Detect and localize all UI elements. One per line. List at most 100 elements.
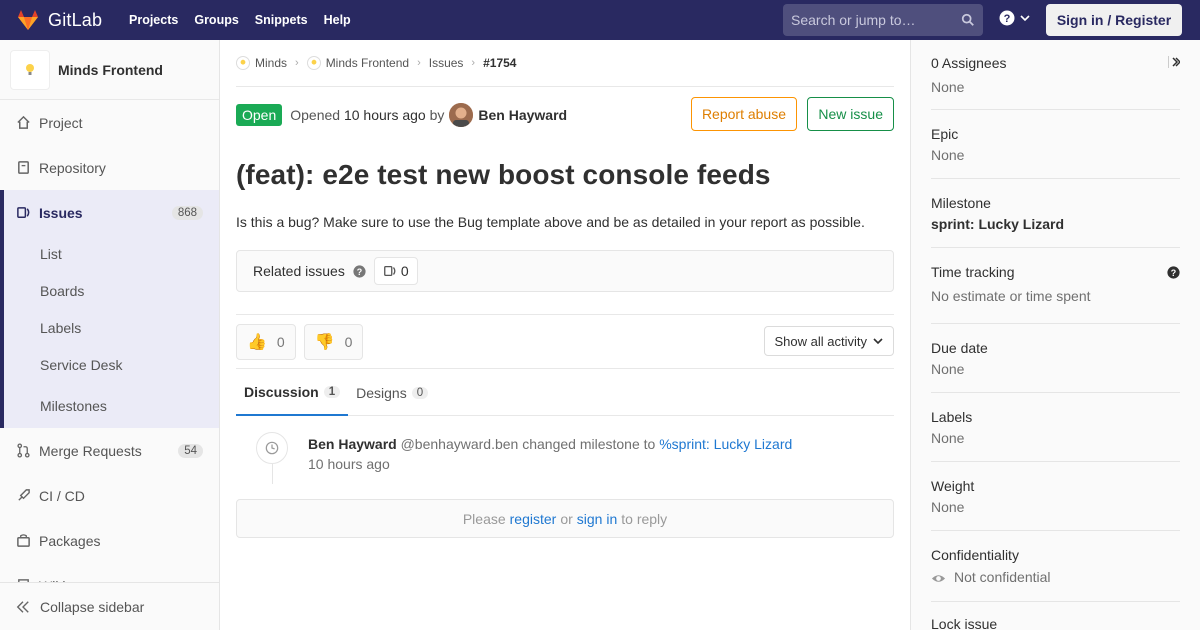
sidebar-item-repository[interactable]: Repository — [0, 145, 219, 190]
thumbs-up-icon: 👍 — [247, 334, 267, 351]
chevron-down-icon — [1020, 15, 1030, 22]
clock-icon — [265, 441, 279, 455]
thumbs-down-icon: 👎 — [314, 334, 335, 351]
home-icon — [17, 115, 30, 129]
note-time[interactable]: 10 hours ago — [308, 456, 792, 472]
help-dropdown[interactable]: ? — [999, 10, 1030, 26]
sign-in-link[interactable]: sign in — [577, 511, 617, 527]
weight-title: Weight — [931, 478, 975, 494]
system-note: Ben Hayward @benhayward.ben changed mile… — [236, 416, 894, 499]
project-header[interactable]: Minds Frontend — [0, 40, 219, 100]
labels-block: Labels None — [931, 393, 1180, 462]
breadcrumb-item-minds-frontend[interactable]: Minds Frontend — [306, 56, 409, 70]
gitlab-logo-link[interactable]: GitLab — [0, 8, 113, 32]
issues-subnav: List Boards Labels Service Desk Mileston… — [0, 235, 219, 428]
breadcrumb-current[interactable]: #1754 — [483, 56, 516, 70]
time-tracking-block: Time tracking No estimate or time spent … — [931, 248, 1180, 324]
note-handle[interactable]: @benhayward.ben — [401, 436, 519, 452]
sidebar-subitem-service-desk[interactable]: Service Desk — [4, 346, 219, 383]
opened-prefix: Opened — [290, 106, 341, 123]
sidebar-item-issues[interactable]: Issues 868 — [0, 190, 219, 235]
opened-info: Opened 10 hours ago by — [290, 107, 444, 123]
thumbs-up-button[interactable]: 👍 0 — [236, 324, 296, 360]
person-icon — [449, 102, 474, 127]
sign-in-register-button[interactable]: Sign in / Register — [1046, 4, 1182, 36]
new-issue-button[interactable]: New issue — [807, 97, 894, 131]
doc-icon — [18, 161, 29, 174]
weight-block: Weight None — [931, 462, 1180, 531]
confidentiality-title: Confidentiality — [931, 547, 1019, 563]
search-input[interactable]: Search or jump to… — [783, 4, 983, 36]
assignees-value: None — [931, 79, 965, 95]
tab-label: Discussion — [244, 383, 319, 400]
rocket-icon — [18, 489, 30, 501]
sidebar-subitem-list[interactable]: List — [4, 235, 219, 272]
breadcrumb-item-minds[interactable]: Minds — [236, 56, 287, 70]
status-badge: Open — [236, 103, 283, 126]
confidentiality-row: Not confidential — [931, 569, 1180, 586]
due-date-block: Due date None — [931, 324, 1180, 393]
sidebar-subitem-milestones[interactable]: Milestones — [4, 383, 219, 428]
lightbulb-icon — [26, 63, 34, 75]
sidebar-item-label: Project — [39, 114, 83, 131]
note-action: changed milestone to — [522, 436, 656, 452]
tab-discussion[interactable]: Discussion 1 — [236, 369, 349, 416]
author-name[interactable]: Ben Hayward — [478, 107, 567, 123]
opened-by: by — [429, 106, 445, 123]
opened-time: 10 hours ago — [343, 106, 426, 123]
awards-bar: 👍 0 👎 0 Show all activity — [236, 314, 894, 368]
question-circle-icon[interactable]: ? — [353, 264, 366, 278]
svg-text:?: ? — [357, 266, 362, 276]
issues-icon — [383, 265, 396, 277]
search-icon — [961, 13, 974, 26]
nav-link-help[interactable]: Help — [324, 13, 351, 27]
issue-title: (feat): e2e test new boost console feeds — [236, 159, 771, 190]
project-name: Minds Frontend — [58, 61, 163, 78]
breadcrumb-label: Minds — [255, 56, 288, 70]
related-count-value: 0 — [400, 263, 409, 279]
breadcrumb-item-issues[interactable]: Issues — [429, 56, 464, 70]
sidebar-item-ci-cd[interactable]: CI / CD — [0, 473, 219, 518]
note-icon-wrap — [256, 432, 288, 464]
sidebar-item-packages[interactable]: Packages — [0, 518, 219, 563]
note-body: Ben Hayward @benhayward.ben changed mile… — [308, 436, 792, 499]
collapse-sidebar-button[interactable]: Collapse sidebar — [0, 582, 219, 630]
tab-designs[interactable]: Designs 0 — [348, 369, 436, 416]
issues-icon — [17, 207, 30, 218]
milestone-value[interactable]: sprint: Lucky Lizard — [931, 216, 1180, 232]
report-abuse-button[interactable]: Report abuse — [690, 97, 797, 131]
nav-link-snippets[interactable]: Snippets — [255, 13, 308, 27]
sidebar-subitem-boards[interactable]: Boards — [4, 272, 219, 309]
question-circle-icon[interactable]: ? — [1167, 266, 1180, 279]
tab-label: Designs — [356, 384, 407, 401]
breadcrumb-separator-icon: › — [417, 57, 421, 69]
thumbs-down-button[interactable]: 👎 0 — [303, 324, 364, 360]
due-date-value: None — [931, 361, 965, 377]
reply-to-reply: to reply — [621, 510, 668, 527]
note-author[interactable]: Ben Hayward — [308, 436, 397, 452]
assignees-block: 0 Assignees None — [931, 40, 1180, 110]
register-link[interactable]: register — [510, 511, 557, 527]
sidebar-subitem-labels[interactable]: Labels — [4, 309, 219, 346]
thumbs-down-count: 0 — [344, 334, 353, 350]
top-navbar: GitLab Projects Groups Snippets Help Sea… — [0, 0, 1200, 40]
sidebar-item-merge-requests[interactable]: Merge Requests 54 — [0, 428, 219, 473]
breadcrumb-separator-icon: › — [471, 57, 476, 69]
author-avatar[interactable] — [449, 102, 474, 127]
nav-link-projects[interactable]: Projects — [129, 13, 178, 27]
milestone-link[interactable]: %sprint: Lucky Lizard — [659, 436, 792, 452]
sidebar-item-label: Packages — [39, 532, 101, 549]
expand-sidebar-icon[interactable] — [1168, 56, 1180, 68]
sidebar-item-project[interactable]: Project — [0, 100, 219, 145]
labels-value: None — [931, 430, 965, 446]
right-sidebar: 0 Assignees None Epic None Milestone spr… — [910, 40, 1200, 630]
main-content: Minds › Minds Frontend › Issues › #1754 … — [236, 40, 894, 538]
svg-text:?: ? — [1004, 13, 1011, 25]
activity-filter-dropdown[interactable]: Show all activity — [763, 326, 894, 356]
gitlab-logo-icon — [18, 10, 38, 30]
svg-text:?: ? — [1171, 268, 1176, 278]
lock-issue-block: Lock issue — [931, 602, 1180, 630]
nav-link-groups[interactable]: Groups — [194, 13, 238, 27]
related-issues-label: Related issues — [253, 263, 345, 279]
chevron-down-icon — [873, 338, 883, 345]
